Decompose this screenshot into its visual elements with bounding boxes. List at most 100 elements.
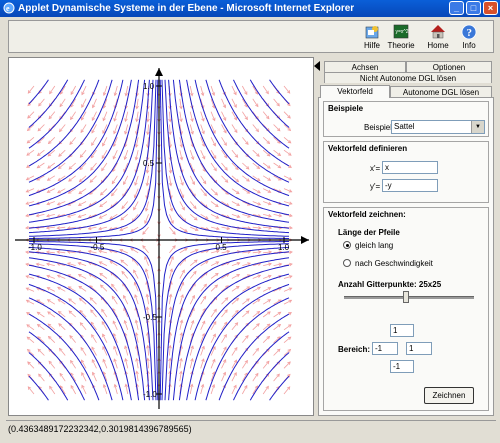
vector-arrow [252, 323, 260, 331]
vector-arrow [262, 311, 271, 318]
vector-arrow [210, 226, 220, 231]
vector-arrow [283, 111, 291, 119]
vector-arrow [37, 348, 45, 356]
ie-icon: e [3, 2, 15, 14]
vector-arrow [68, 298, 76, 305]
vector-arrow [145, 175, 150, 187]
vector-arrow [134, 319, 139, 330]
tab-nicht-autonome[interactable]: Nicht Autonome DGL lösen [324, 72, 492, 83]
vector-arrow [91, 98, 97, 109]
zeichnen-button[interactable]: Zeichnen [424, 387, 474, 404]
vector-arrow [142, 226, 149, 235]
close-button[interactable]: × [483, 1, 498, 15]
vector-arrow [283, 137, 292, 144]
vector-arrow [146, 124, 150, 136]
vector-arrow [90, 162, 97, 171]
vector-arrow [133, 269, 139, 279]
radio-geschwindigkeit[interactable] [343, 259, 351, 267]
vector-arrow [200, 358, 205, 369]
vektorfeld-panel: Beispiele Beispiel Sattel ▼ Vektorfeld d… [318, 97, 494, 416]
vector-arrow [221, 309, 228, 318]
home-button[interactable]: Home [421, 24, 455, 50]
minimize-button[interactable]: _ [449, 1, 464, 15]
vector-arrow [91, 124, 97, 134]
vector-arrow [283, 324, 292, 331]
info-button[interactable]: ? Info [452, 24, 486, 50]
vector-arrow [102, 111, 108, 122]
vector-arrow [78, 285, 87, 292]
trajectory-curve [269, 79, 290, 105]
radio-gleich-lang[interactable] [343, 241, 351, 249]
vector-arrow [263, 274, 272, 279]
phase-portrait[interactable]: -1.0 -0.5 0.5 1.0 1.0 0.5 -0.5 -1.0 [9, 58, 313, 415]
svg-text:e: e [6, 4, 10, 13]
vector-arrow [77, 201, 87, 206]
vector-arrow [210, 137, 216, 147]
vector-arrow [81, 98, 87, 109]
vector-arrow [101, 308, 108, 318]
vector-arrow [189, 175, 195, 186]
vector-arrow [79, 149, 87, 158]
maximize-button[interactable]: □ [466, 1, 481, 15]
vector-arrow [80, 346, 87, 356]
vector-arrow [36, 311, 45, 318]
vector-arrow [48, 360, 56, 369]
vector-arrow [263, 250, 273, 254]
beispiel-select[interactable]: Sattel ▼ [391, 120, 485, 134]
vector-arrow [87, 226, 97, 231]
vector-arrow [231, 124, 238, 134]
tab-achsen[interactable]: Achsen [324, 61, 406, 72]
vector-arrow [262, 299, 272, 305]
bereich-bottom-field[interactable]: -1 [390, 360, 414, 373]
vector-arrow [46, 188, 56, 193]
chevron-down-icon[interactable]: ▼ [471, 121, 484, 133]
x-prime-field[interactable]: x [382, 161, 438, 174]
gitter-slider-thumb[interactable] [403, 291, 409, 303]
vector-arrow [273, 311, 282, 318]
vector-arrow [135, 98, 139, 110]
vector-arrow [252, 98, 259, 108]
vector-arrow [241, 111, 248, 121]
vector-arrow [210, 308, 217, 318]
vector-arrow [133, 281, 139, 292]
vector-arrow [231, 175, 240, 183]
tab-optionen[interactable]: Optionen [406, 61, 492, 72]
gitter-label: Anzahl Gitterpunkte: 25x25 [338, 280, 442, 289]
vector-arrow [56, 274, 66, 279]
trajectory-curve [178, 264, 290, 401]
vector-arrow [48, 111, 56, 120]
plot-canvas[interactable]: -1.0 -0.5 0.5 1.0 1.0 0.5 -0.5 -1.0 [8, 57, 314, 416]
tab-autonome[interactable]: Autonome DGL lösen [390, 86, 492, 97]
vector-arrow [241, 384, 248, 395]
vector-arrow [27, 85, 35, 94]
scroll-left-icon[interactable] [314, 61, 320, 71]
vector-arrow [77, 213, 87, 218]
vector-arrow [46, 175, 56, 181]
bereich-right-field[interactable]: 1 [406, 342, 432, 355]
vector-arrow [221, 297, 229, 305]
vector-arrow [26, 149, 35, 156]
bereich-left-field[interactable]: -1 [372, 342, 398, 355]
y-prime-field[interactable]: -y [382, 179, 438, 192]
trajectory-curve [28, 79, 140, 216]
vector-arrow [210, 272, 219, 279]
trajectory-curve [233, 331, 290, 401]
vector-arrow [123, 175, 129, 186]
bereich-top-field[interactable]: 1 [390, 324, 414, 337]
vector-arrow [252, 149, 260, 157]
vector-arrow [91, 111, 97, 122]
vector-arrow [263, 226, 273, 230]
toolbar: Hilfe y=x^2 Theorie Home ? Info [8, 20, 494, 53]
vector-arrow [210, 261, 220, 267]
tab-vektorfeld[interactable]: Vektorfeld [320, 85, 390, 98]
vector-arrow [57, 162, 66, 170]
vector-arrow [98, 261, 108, 267]
gitter-slider[interactable] [344, 296, 474, 299]
vector-arrow [58, 124, 66, 133]
x-tick-label: 0.5 [216, 243, 228, 252]
vector-arrow [26, 336, 35, 343]
vector-arrow [221, 98, 227, 109]
theory-button[interactable]: y=x^2 Theorie [384, 24, 418, 50]
vector-arrow [102, 333, 108, 343]
vector-arrow [210, 213, 220, 219]
